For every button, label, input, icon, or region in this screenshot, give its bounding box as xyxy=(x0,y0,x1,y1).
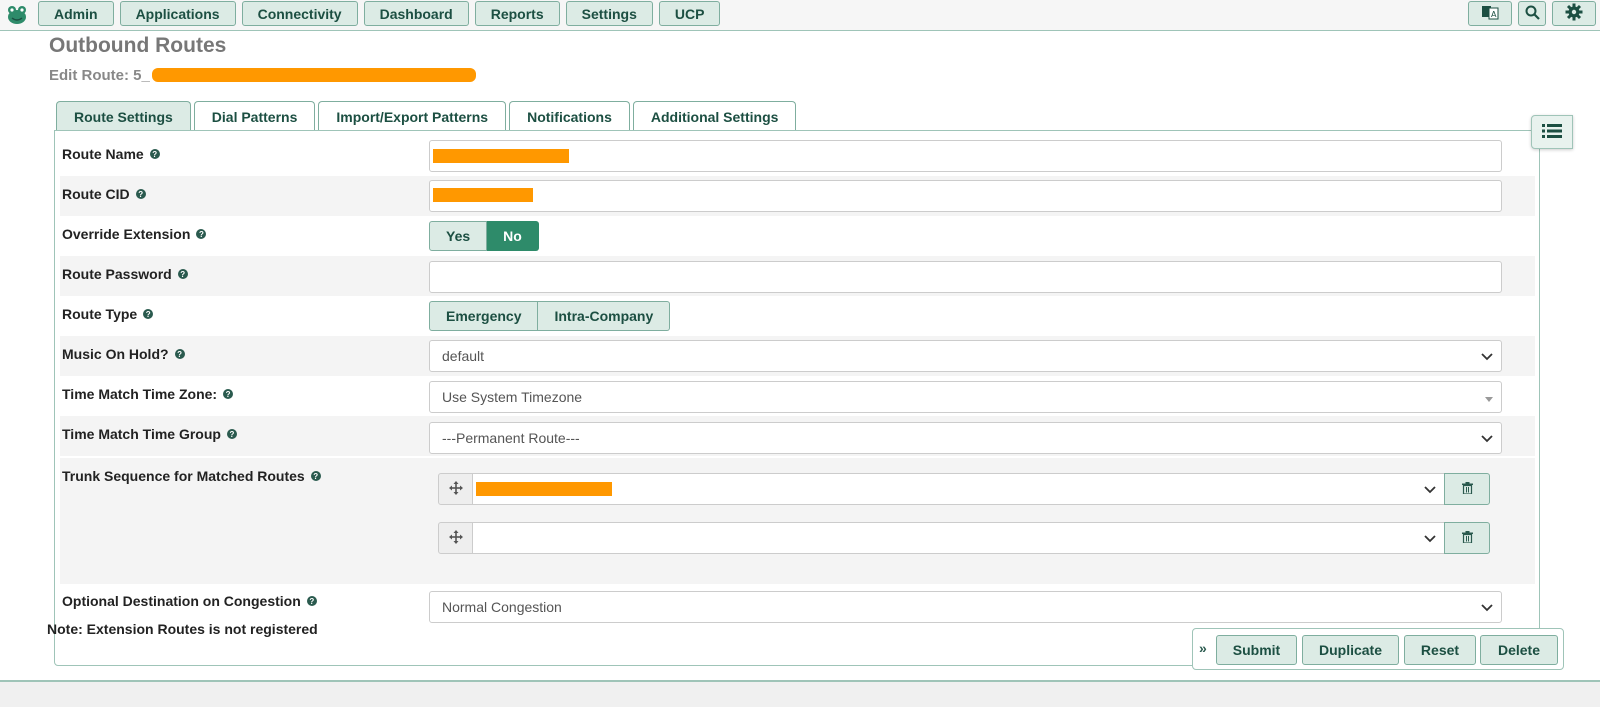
redacted-route-name-value xyxy=(433,149,569,163)
route-cid-label: Route CID xyxy=(62,186,130,202)
tab-import-export-patterns[interactable]: Import/Export Patterns xyxy=(318,101,507,131)
top-right-tools: A xyxy=(1468,1,1596,26)
override-extension-no[interactable]: No xyxy=(487,221,539,251)
nav-ucp[interactable]: UCP xyxy=(658,1,721,26)
override-extension-yes[interactable]: Yes xyxy=(429,221,488,251)
chevron-down-icon xyxy=(1481,348,1493,364)
override-extension-label: Override Extension xyxy=(62,226,191,242)
help-icon[interactable]: ? xyxy=(196,229,207,239)
duplicate-button[interactable]: Duplicate xyxy=(1302,635,1399,665)
route-type-emergency[interactable]: Emergency xyxy=(429,301,539,331)
reset-button[interactable]: Reset xyxy=(1404,635,1476,665)
congestion-select[interactable]: Normal Congestion xyxy=(429,591,1502,623)
redacted-trunk-value xyxy=(476,482,612,496)
redacted-route-cid-value xyxy=(433,188,533,202)
edit-route-heading: Edit Route: 5_ xyxy=(49,67,150,84)
route-password-label: Route Password xyxy=(62,266,172,282)
override-extension-row: Override Extension? xyxy=(60,216,1535,256)
time-group-label: Time Match Time Group xyxy=(62,426,221,442)
search-button[interactable] xyxy=(1518,1,1546,26)
music-on-hold-value: default xyxy=(442,348,485,364)
move-arrows-icon xyxy=(448,529,463,547)
trunk-select[interactable] xyxy=(473,473,1444,505)
submit-button[interactable]: Submit xyxy=(1216,635,1297,665)
tab-notifications[interactable]: Notifications xyxy=(509,101,630,131)
route-name-label: Route Name xyxy=(62,146,144,162)
route-type-label: Route Type xyxy=(62,306,138,322)
help-icon[interactable]: ? xyxy=(135,189,146,199)
congestion-value: Normal Congestion xyxy=(442,599,562,615)
caret-down-icon xyxy=(1485,389,1493,405)
time-zone-value: Use System Timezone xyxy=(442,389,583,405)
nav-connectivity[interactable]: Connectivity xyxy=(241,1,358,26)
move-arrows-icon xyxy=(448,480,463,498)
list-icon xyxy=(1542,123,1562,142)
time-zone-label: Time Match Time Zone: xyxy=(62,386,218,402)
help-icon[interactable]: ? xyxy=(143,309,154,319)
registration-note: Note: Extension Routes is not registered xyxy=(47,621,318,637)
freepbx-logo-icon[interactable] xyxy=(5,3,29,27)
remove-trunk-button[interactable] xyxy=(1444,473,1490,505)
tab-route-settings[interactable]: Route Settings xyxy=(56,101,191,131)
tab-dial-patterns[interactable]: Dial Patterns xyxy=(193,101,316,131)
sidebar-toggle-button[interactable] xyxy=(1531,115,1573,149)
route-type-toggle: Emergency Intra-Company xyxy=(429,301,671,331)
remove-trunk-button[interactable] xyxy=(1444,522,1490,554)
music-on-hold-select[interactable]: default xyxy=(429,340,1502,372)
help-icon[interactable]: ? xyxy=(306,596,317,606)
override-extension-toggle: Yes No xyxy=(429,221,539,251)
route-name-input[interactable] xyxy=(429,140,1502,172)
language-button[interactable]: A xyxy=(1468,1,1512,26)
route-type-row: Route Type? xyxy=(60,296,1535,336)
time-group-value: ---Permanent Route--- xyxy=(442,430,580,446)
nav-admin[interactable]: Admin xyxy=(38,1,114,26)
top-navbar: Admin Applications Connectivity Dashboar… xyxy=(0,0,1600,31)
double-chevron-right-icon[interactable]: » xyxy=(1199,640,1207,656)
settings-button[interactable] xyxy=(1552,1,1596,26)
language-icon: A xyxy=(1481,4,1499,23)
action-bar: » Submit Duplicate Reset Delete xyxy=(1192,628,1564,670)
help-icon[interactable]: ? xyxy=(226,429,237,439)
chevron-down-icon xyxy=(1481,430,1493,446)
help-icon[interactable]: ? xyxy=(174,349,185,359)
page-title: Outbound Routes xyxy=(49,34,227,57)
music-on-hold-label: Music On Hold? xyxy=(62,346,169,362)
search-icon xyxy=(1525,5,1540,23)
trunk-sequence-item xyxy=(438,522,1490,554)
drag-handle[interactable] xyxy=(438,522,473,554)
nav-reports[interactable]: Reports xyxy=(474,1,560,26)
nav-settings[interactable]: Settings xyxy=(565,1,653,26)
help-icon[interactable]: ? xyxy=(149,149,160,159)
gear-icon xyxy=(1565,3,1583,24)
footer xyxy=(0,680,1600,707)
nav-dashboard[interactable]: Dashboard xyxy=(363,1,469,26)
route-password-input[interactable] xyxy=(429,261,1502,293)
chevron-down-icon xyxy=(1481,599,1493,615)
help-icon[interactable]: ? xyxy=(177,269,188,279)
trunk-select[interactable] xyxy=(473,522,1444,554)
chevron-down-icon xyxy=(1424,530,1436,546)
trash-icon xyxy=(1461,530,1473,546)
trunk-sequence-label: Trunk Sequence for Matched Routes xyxy=(62,468,305,484)
nav-applications[interactable]: Applications xyxy=(119,1,236,26)
drag-handle[interactable] xyxy=(438,473,473,505)
main-menu: Admin Applications Connectivity Dashboar… xyxy=(38,1,721,26)
chevron-down-icon xyxy=(1424,481,1436,497)
redacted-route-name-mark xyxy=(152,68,476,82)
help-icon[interactable]: ? xyxy=(223,389,234,399)
delete-button[interactable]: Delete xyxy=(1480,635,1558,665)
time-group-select[interactable]: ---Permanent Route--- xyxy=(429,422,1502,454)
tab-additional-settings[interactable]: Additional Settings xyxy=(632,101,797,131)
help-icon[interactable]: ? xyxy=(310,471,321,481)
time-zone-select[interactable]: Use System Timezone xyxy=(429,381,1502,413)
route-cid-input[interactable] xyxy=(429,180,1502,212)
congestion-label: Optional Destination on Congestion xyxy=(62,593,301,609)
svg-text:A: A xyxy=(1491,10,1497,19)
route-type-intra-company[interactable]: Intra-Company xyxy=(538,301,671,331)
trash-icon xyxy=(1461,481,1473,497)
route-tabs: Route Settings Dial Patterns Import/Expo… xyxy=(56,101,797,131)
